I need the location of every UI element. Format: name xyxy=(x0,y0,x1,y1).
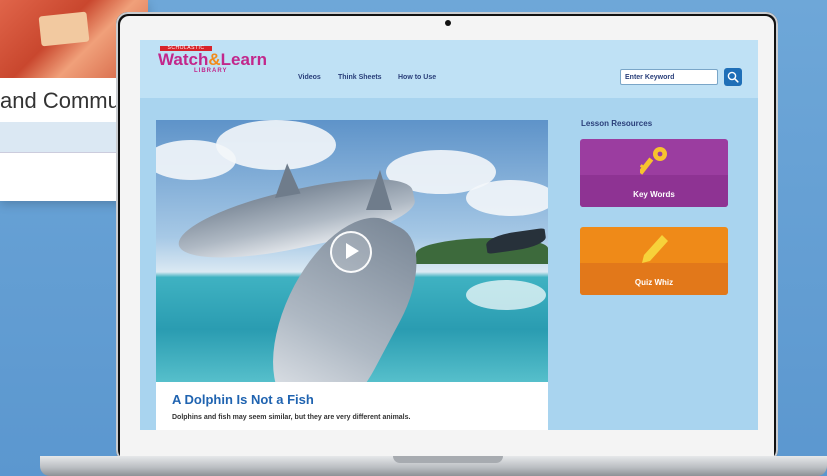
video-caption: A Dolphin Is Not a Fish Dolphins and fis… xyxy=(156,382,548,430)
webcam xyxy=(445,20,451,26)
search-button[interactable] xyxy=(724,68,742,86)
site-logo[interactable]: Watch&Learn xyxy=(158,50,267,70)
nav-think-sheets[interactable]: Think Sheets xyxy=(338,74,382,81)
logo-part1: Watch xyxy=(158,50,209,69)
play-icon xyxy=(346,243,359,259)
logo-part2: Learn xyxy=(220,50,267,69)
lesson-resources-heading: Lesson Resources xyxy=(581,119,653,128)
nav-how-to-use[interactable]: How to Use xyxy=(398,74,436,81)
video-player[interactable] xyxy=(156,120,548,382)
video-title[interactable]: A Dolphin Is Not a Fish xyxy=(172,392,314,407)
play-button[interactable] xyxy=(330,231,372,273)
video-description: Dolphins and fish may seem similar, but … xyxy=(172,414,411,421)
laptop-notch xyxy=(393,456,503,463)
quiz-whiz-card[interactable]: Quiz Whiz xyxy=(580,227,728,295)
search-input[interactable]: Enter Keyword xyxy=(620,69,718,85)
key-icon xyxy=(640,147,667,175)
nav-videos[interactable]: Videos xyxy=(298,74,321,81)
search-icon xyxy=(727,71,739,83)
logo-subtitle: LIBRARY xyxy=(194,68,228,74)
screen: SCHOLASTIC Watch&Learn LIBRARY Videos Th… xyxy=(140,40,758,430)
quiz-whiz-label: Quiz Whiz xyxy=(634,278,674,287)
key-words-label: Key Words xyxy=(633,190,675,199)
logo-amp: & xyxy=(208,50,221,69)
site-header: SCHOLASTIC Watch&Learn LIBRARY Videos Th… xyxy=(140,40,758,98)
pencil-icon xyxy=(642,235,668,263)
key-words-card[interactable]: Key Words xyxy=(580,139,728,207)
